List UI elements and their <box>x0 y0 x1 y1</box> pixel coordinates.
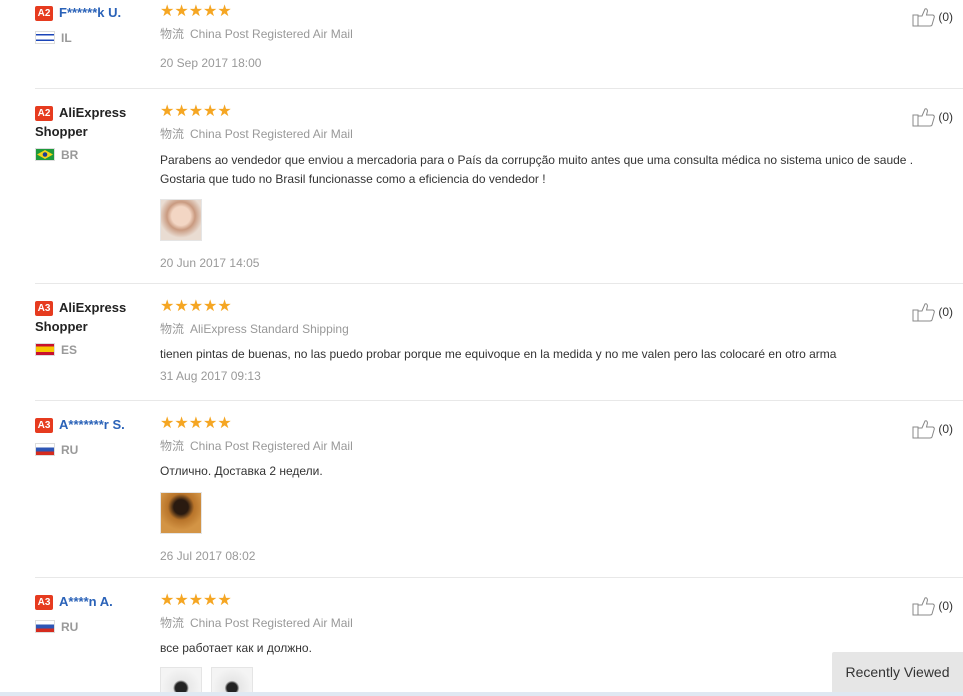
helpful-button[interactable]: (0) <box>912 7 953 27</box>
russia-flag-icon <box>35 443 55 456</box>
star-rating: ★★★★★ <box>160 592 232 609</box>
review-divider <box>35 88 963 89</box>
israel-flag-icon <box>35 31 55 44</box>
country-code: BR <box>61 148 79 162</box>
review-item: A3 A*******r S. RU ★★★★★ 物流 China Post Reg… <box>35 415 963 565</box>
logistics-info: 物流 China Post Registered Air Mail <box>160 615 950 631</box>
logistics-label: 物流 <box>160 439 185 453</box>
star-rating: ★★★★★ <box>160 103 232 120</box>
logistics-info: 物流 China Post Registered Air Mail <box>160 126 950 142</box>
reviewer-name[interactable]: A****n A. <box>59 594 113 609</box>
helpful-count: (0) <box>938 599 953 613</box>
review-content: ★★★★★ 物流 China Post Registered Air Mail P… <box>160 103 950 271</box>
review-item: A2 F******k U. IL ★★★★★ 物流 China Post Regi… <box>35 3 963 83</box>
thumbs-up-icon <box>912 8 936 27</box>
star-rating: ★★★★★ <box>160 3 232 20</box>
logistics-label: 物流 <box>160 616 185 630</box>
logistics-info: 物流 AliExpress Standard Shipping <box>160 321 950 337</box>
russia-flag-icon <box>35 620 55 633</box>
review-divider <box>35 400 963 401</box>
review-content: ★★★★★ 物流 China Post Registered Air Mail 2… <box>160 3 950 71</box>
review-date: 31 Aug 2017 09:13 <box>160 369 261 383</box>
level-badge: A2 <box>35 106 53 121</box>
logistics-info: 物流 China Post Registered Air Mail <box>160 438 950 454</box>
review-photos <box>160 492 950 534</box>
helpful-button[interactable]: (0) <box>912 596 953 616</box>
thumbs-up-icon <box>912 597 936 616</box>
logistics-label: 物流 <box>160 322 185 336</box>
review-text: Отлично. Доставка 2 недели. <box>160 464 323 478</box>
logistics-method: China Post Registered Air Mail <box>190 127 353 141</box>
helpful-count: (0) <box>938 422 953 436</box>
review-item: A3 A****n A. RU ★★★★★ 物流 China Post Regist… <box>35 592 963 696</box>
helpful-count: (0) <box>938 305 953 319</box>
country-code: IL <box>61 31 72 45</box>
bottom-edge <box>0 692 963 696</box>
thumbs-up-icon <box>912 303 936 322</box>
helpful-count: (0) <box>938 10 953 24</box>
helpful-button[interactable]: (0) <box>912 302 953 322</box>
reviewer-info: A2 F******k U. IL <box>35 3 153 46</box>
helpful-button[interactable]: (0) <box>912 419 953 439</box>
review-photo-thumbnail[interactable] <box>160 492 202 534</box>
logistics-label: 物流 <box>160 127 185 141</box>
logistics-method: China Post Registered Air Mail <box>190 616 353 630</box>
reviewer-info: A2 AliExpress Shopper BR <box>35 103 153 163</box>
review-content: ★★★★★ 物流 AliExpress Standard Shipping tie… <box>160 298 950 384</box>
star-rating: ★★★★★ <box>160 415 232 432</box>
review-date: 20 Jun 2017 14:05 <box>160 256 260 270</box>
review-photos <box>160 199 950 241</box>
star-rating: ★★★★★ <box>160 298 232 315</box>
level-badge: A2 <box>35 6 53 21</box>
country-code: RU <box>61 620 79 634</box>
logistics-method: AliExpress Standard Shipping <box>190 322 349 336</box>
review-date: 26 Jul 2017 08:02 <box>160 549 256 563</box>
review-item: A2 AliExpress Shopper BR ★★★★★ 物流 China Po… <box>35 103 963 273</box>
level-badge: A3 <box>35 301 53 316</box>
reviewer-info: A3 AliExpress Shopper ES <box>35 298 153 358</box>
logistics-method: China Post Registered Air Mail <box>190 439 353 453</box>
reviewer-name[interactable]: A*******r S. <box>59 417 125 432</box>
level-badge: A3 <box>35 595 53 610</box>
reviewer-info: A3 A*******r S. RU <box>35 415 153 458</box>
review-item: A3 AliExpress Shopper ES ★★★★★ 物流 AliExpre… <box>35 298 963 393</box>
helpful-count: (0) <box>938 110 953 124</box>
logistics-method: China Post Registered Air Mail <box>190 27 353 41</box>
helpful-button[interactable]: (0) <box>912 107 953 127</box>
country-code: ES <box>61 343 78 357</box>
review-date: 20 Sep 2017 18:00 <box>160 56 262 70</box>
brazil-flag-icon <box>35 148 55 161</box>
thumbs-up-icon <box>912 108 936 127</box>
level-badge: A3 <box>35 418 53 433</box>
logistics-label: 物流 <box>160 27 185 41</box>
review-content: ★★★★★ 物流 China Post Registered Air Mail О… <box>160 415 950 564</box>
review-divider <box>35 283 963 284</box>
review-text: Parabens ao vendedor que enviou a mercad… <box>160 153 914 186</box>
review-text: tienen pintas de buenas, no las puedo pr… <box>160 347 837 361</box>
thumbs-up-icon <box>912 420 936 439</box>
review-divider <box>35 577 963 578</box>
reviewer-name[interactable]: F******k U. <box>59 5 121 20</box>
reviewer-info: A3 A****n A. RU <box>35 592 153 635</box>
spain-flag-icon <box>35 343 55 356</box>
logistics-info: 物流 China Post Registered Air Mail <box>160 26 950 42</box>
country-code: RU <box>61 443 79 457</box>
recently-viewed-button[interactable]: Recently Viewed <box>832 652 963 692</box>
review-photo-thumbnail[interactable] <box>160 199 202 241</box>
